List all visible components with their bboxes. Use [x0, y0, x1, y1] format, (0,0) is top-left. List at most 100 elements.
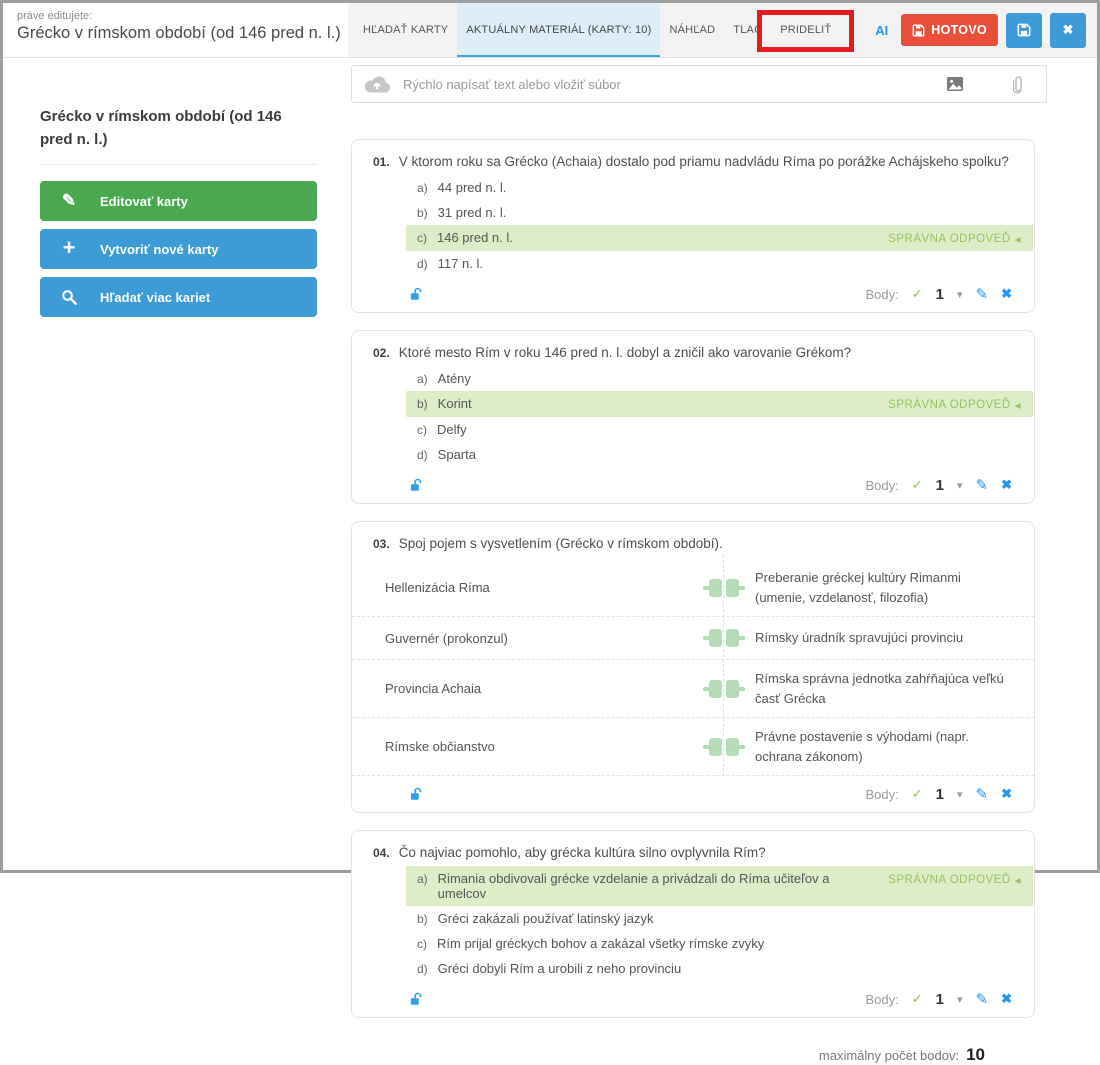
correct-answer-badge: SPRÁVNA ODPOVEĎ◂ [878, 873, 1021, 887]
pair-definition: Preberanie gréckej kultúry Rimanmi (umen… [755, 568, 1020, 607]
question-number: 04. [373, 846, 390, 860]
option-letter: b) [417, 206, 428, 220]
question-card-4: 04. Čo najviac pomohlo, aby grécka kultú… [351, 830, 1035, 1018]
option-text: Korint [438, 396, 472, 411]
pair-definition: Rímsky úradník spravujúci provinciu [755, 628, 1020, 648]
unlock-icon[interactable] [410, 287, 424, 301]
pair-term: Guvernér (prokonzul) [385, 631, 693, 646]
caret-down-icon[interactable]: ▾ [957, 788, 963, 801]
save-icon [1017, 23, 1031, 37]
option-letter: c) [417, 423, 427, 437]
pair-term: Hellenizácia Ríma [385, 580, 693, 595]
answer-option: b) Gréci zakázali používať latinský jazy… [406, 906, 1033, 931]
flag-icon: ◂ [1015, 873, 1021, 887]
option-letter: b) [417, 912, 428, 926]
checkmark-icon: ✓ [912, 477, 923, 493]
save-button[interactable] [1006, 13, 1042, 48]
delete-icon[interactable]: ✖ [1001, 286, 1012, 302]
points-label: Body: [865, 992, 898, 1007]
top-actions: AI HOTOVO ✖ [875, 3, 1097, 57]
editing-label: práve editujete: [17, 10, 338, 22]
card-toolbar: Body: ✓ 1 ▾ ✎ ✖ [352, 276, 1034, 305]
tab-preview[interactable]: NÁHĽAD [660, 3, 724, 57]
delete-icon[interactable]: ✖ [1001, 991, 1012, 1007]
top-bar: práve editujete: Grécko v rímskom období… [3, 3, 1097, 58]
document-title-box: práve editujete: Grécko v rímskom období… [3, 3, 348, 57]
done-button[interactable]: HOTOVO [901, 14, 998, 46]
content-area: Grécko v rímskom období (od 146 pred n. … [3, 58, 1097, 870]
pair-term: Provincia Achaia [385, 681, 693, 696]
flag-icon: ◂ [1015, 398, 1021, 412]
edit-cards-label: Editovať karty [100, 194, 188, 209]
sidebar: Grécko v rímskom období (od 146 pred n. … [3, 58, 351, 870]
main-panel: 01. V ktorom roku sa Grécko (Achaia) dos… [351, 58, 1097, 870]
question-text: Čo najviac pomohlo, aby grécka kultúra s… [399, 845, 766, 860]
points-value[interactable]: 1 [936, 786, 944, 803]
points-value[interactable]: 1 [936, 477, 944, 494]
document-title: Grécko v rímskom období (od 146 pred n. … [17, 24, 338, 43]
option-letter: a) [417, 372, 428, 386]
points-value[interactable]: 1 [936, 286, 944, 303]
question-number: 01. [373, 155, 390, 169]
answer-option: a) 44 pred n. l. [406, 175, 1033, 200]
delete-icon[interactable]: ✖ [1001, 786, 1012, 802]
question-text: Ktoré mesto Rím v roku 146 pred n. l. do… [399, 345, 851, 360]
option-text: Rím prijal gréckych bohov a zakázal všet… [437, 936, 764, 951]
pair-term: Rímske občianstvo [385, 739, 693, 754]
edit-icon[interactable]: ✎ [976, 990, 989, 1008]
tab-current-material[interactable]: AKTUÁLNY MATERIÁL (KARTY: 10) [457, 3, 660, 57]
question-text: V ktorom roku sa Grécko (Achaia) dostalo… [399, 154, 1009, 169]
checkmark-icon: ✓ [912, 786, 923, 802]
edit-cards-button[interactable]: ✎ Editovať karty [40, 181, 317, 221]
edit-icon[interactable]: ✎ [976, 785, 989, 803]
close-icon: ✖ [1063, 22, 1074, 38]
points-value[interactable]: 1 [936, 991, 944, 1008]
caret-down-icon[interactable]: ▾ [957, 288, 963, 301]
caret-down-icon[interactable]: ▾ [957, 479, 963, 492]
question-card-1: 01. V ktorom roku sa Grécko (Achaia) dos… [351, 139, 1035, 313]
max-points-row: maximálny počet bodov:10 [351, 1035, 1047, 1065]
matching-pair: Hellenizácia Ríma Preberanie gréckej kul… [352, 559, 1034, 617]
quickbar-icons [947, 74, 1034, 94]
option-text: Atény [438, 371, 471, 386]
pencil-icon: ✎ [59, 191, 79, 211]
tab-assign[interactable]: PRIDELIŤ [771, 3, 840, 57]
editor-window: práve editujete: Grécko v rímskom období… [3, 3, 1097, 870]
matching-pair: Rímske občianstvo Právne postavenie s vý… [352, 718, 1034, 776]
search-more-cards-button[interactable]: Hľadať viac kariet [40, 277, 317, 317]
option-letter: b) [417, 397, 428, 411]
edit-icon[interactable]: ✎ [976, 285, 989, 303]
ai-button[interactable]: AI [875, 23, 888, 38]
unlock-icon[interactable] [410, 478, 424, 492]
answer-option: d) Sparta [406, 442, 1033, 467]
option-text: Delfy [437, 422, 467, 437]
create-cards-button[interactable]: + Vytvoriť nové karty [40, 229, 317, 269]
option-text: 31 pred n. l. [438, 205, 507, 220]
search-icon [59, 289, 79, 305]
checkmark-icon: ✓ [912, 286, 923, 302]
option-letter: d) [417, 448, 428, 462]
insert-image-icon[interactable] [947, 77, 963, 91]
caret-down-icon[interactable]: ▾ [957, 993, 963, 1006]
card-toolbar: Body: ✓ 1 ▾ ✎ ✖ [352, 467, 1034, 496]
tab-print[interactable]: TLAČ [724, 3, 771, 57]
question-number: 02. [373, 346, 390, 360]
answer-option-correct: b) Korint SPRÁVNA ODPOVEĎ◂ [406, 391, 1033, 417]
puzzle-connector-icon [693, 576, 755, 600]
unlock-icon[interactable] [410, 992, 424, 1006]
edit-icon[interactable]: ✎ [976, 476, 989, 494]
tab-search-cards[interactable]: HĽADAŤ KARTY [354, 3, 457, 57]
option-text: 117 n. l. [438, 256, 483, 271]
points-label: Body: [865, 287, 898, 302]
answer-option: d) 117 n. l. [406, 251, 1033, 276]
delete-icon[interactable]: ✖ [1001, 477, 1012, 493]
option-letter: d) [417, 257, 428, 271]
attach-file-icon[interactable] [1013, 74, 1024, 94]
quick-text-input[interactable] [403, 77, 947, 92]
option-text: Sparta [438, 447, 476, 462]
option-letter: d) [417, 962, 428, 976]
unlock-icon[interactable] [410, 787, 424, 801]
option-letter: c) [417, 231, 427, 245]
option-text: 146 pred n. l. [437, 230, 513, 245]
close-button[interactable]: ✖ [1050, 13, 1086, 48]
